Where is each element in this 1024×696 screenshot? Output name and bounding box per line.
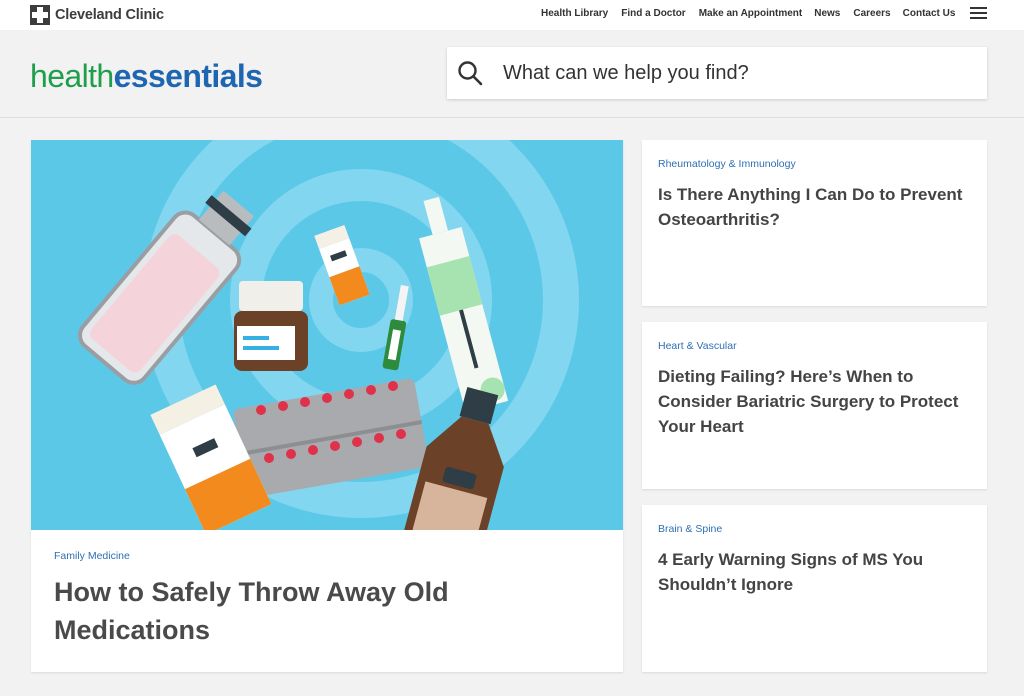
cleveland-clinic-logo[interactable]: Cleveland Clinic [30, 4, 164, 26]
logo-text: Cleveland Clinic [55, 7, 164, 23]
search-input[interactable] [503, 61, 963, 85]
hamburger-menu-icon[interactable] [970, 7, 987, 20]
cleveland-clinic-cross-icon [30, 5, 50, 25]
side-article-card[interactable]: Brain & Spine 4 Early Warning Signs of M… [642, 505, 987, 672]
medications-illustration [31, 140, 623, 530]
nav-contact-us[interactable]: Contact Us [903, 8, 956, 19]
side-article-title[interactable]: Dieting Failing? Here’s When to Consider… [658, 364, 978, 439]
side-article-card[interactable]: Rheumatology & Immunology Is There Anyth… [642, 140, 987, 306]
brand-part-essentials: essentials [113, 58, 263, 94]
side-article-title[interactable]: 4 Early Warning Signs of MS You Shouldn’… [658, 547, 978, 597]
health-essentials-logo[interactable]: healthessentials [30, 56, 263, 96]
featured-article-category[interactable]: Family Medicine [54, 550, 130, 562]
header-divider [0, 117, 1024, 118]
nav-careers[interactable]: Careers [853, 8, 890, 19]
side-article-category[interactable]: Rheumatology & Immunology [658, 158, 796, 170]
top-navigation: Health Library Find a Doctor Make an App… [541, 8, 955, 19]
nav-news[interactable]: News [814, 8, 840, 19]
nav-find-a-doctor[interactable]: Find a Doctor [621, 8, 685, 19]
featured-article-card[interactable]: Family Medicine How to Safely Throw Away… [31, 140, 623, 672]
top-bar: Cleveland Clinic Health Library Find a D… [0, 0, 1024, 30]
search-icon[interactable] [457, 60, 483, 86]
side-article-card[interactable]: Heart & Vascular Dieting Failing? Here’s… [642, 322, 987, 489]
nav-make-an-appointment[interactable]: Make an Appointment [699, 8, 803, 19]
search-box[interactable] [447, 47, 987, 99]
featured-article-title[interactable]: How to Safely Throw Away Old Medications [54, 573, 594, 649]
featured-article-image[interactable] [31, 140, 623, 530]
side-article-category[interactable]: Heart & Vascular [658, 340, 737, 352]
nav-health-library[interactable]: Health Library [541, 8, 608, 19]
side-article-category[interactable]: Brain & Spine [658, 523, 722, 535]
side-article-title[interactable]: Is There Anything I Can Do to Prevent Os… [658, 182, 978, 232]
brand-part-health: health [30, 58, 114, 94]
